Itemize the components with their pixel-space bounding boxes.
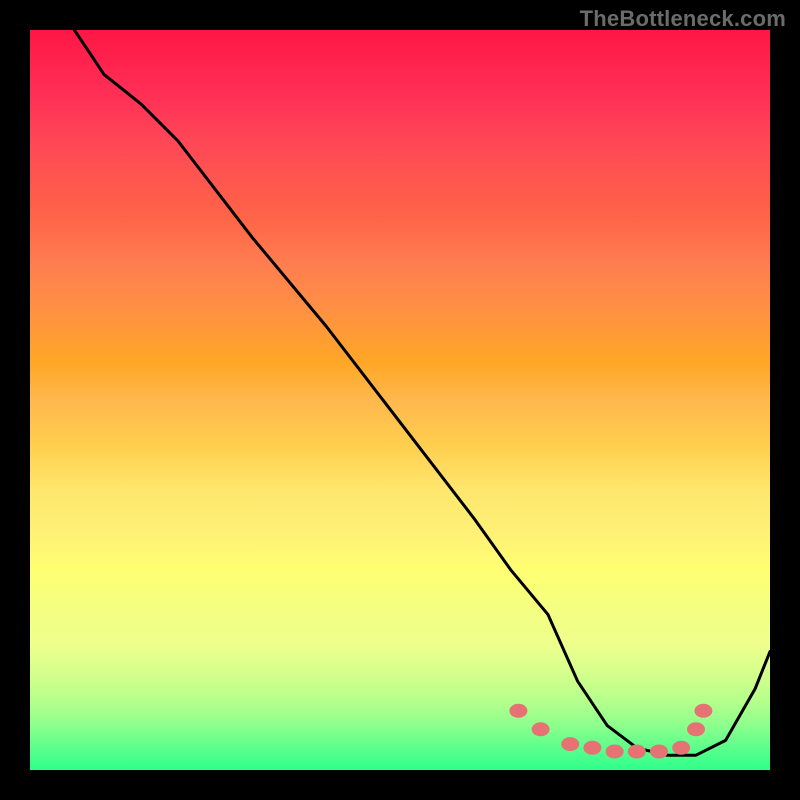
marker-point xyxy=(532,722,550,736)
plot-area xyxy=(30,30,770,770)
bottleneck-curve xyxy=(74,30,770,755)
watermark-text: TheBottleneck.com xyxy=(580,6,786,32)
marker-point xyxy=(583,741,601,755)
marker-point xyxy=(561,737,579,751)
marker-point xyxy=(694,704,712,718)
marker-point xyxy=(509,704,527,718)
marker-point xyxy=(650,745,668,759)
marker-point xyxy=(628,745,646,759)
chart-container: TheBottleneck.com xyxy=(0,0,800,800)
marker-point xyxy=(606,745,624,759)
curve-svg xyxy=(30,30,770,770)
marker-point xyxy=(687,722,705,736)
marker-point xyxy=(672,741,690,755)
highlight-markers xyxy=(509,704,712,759)
